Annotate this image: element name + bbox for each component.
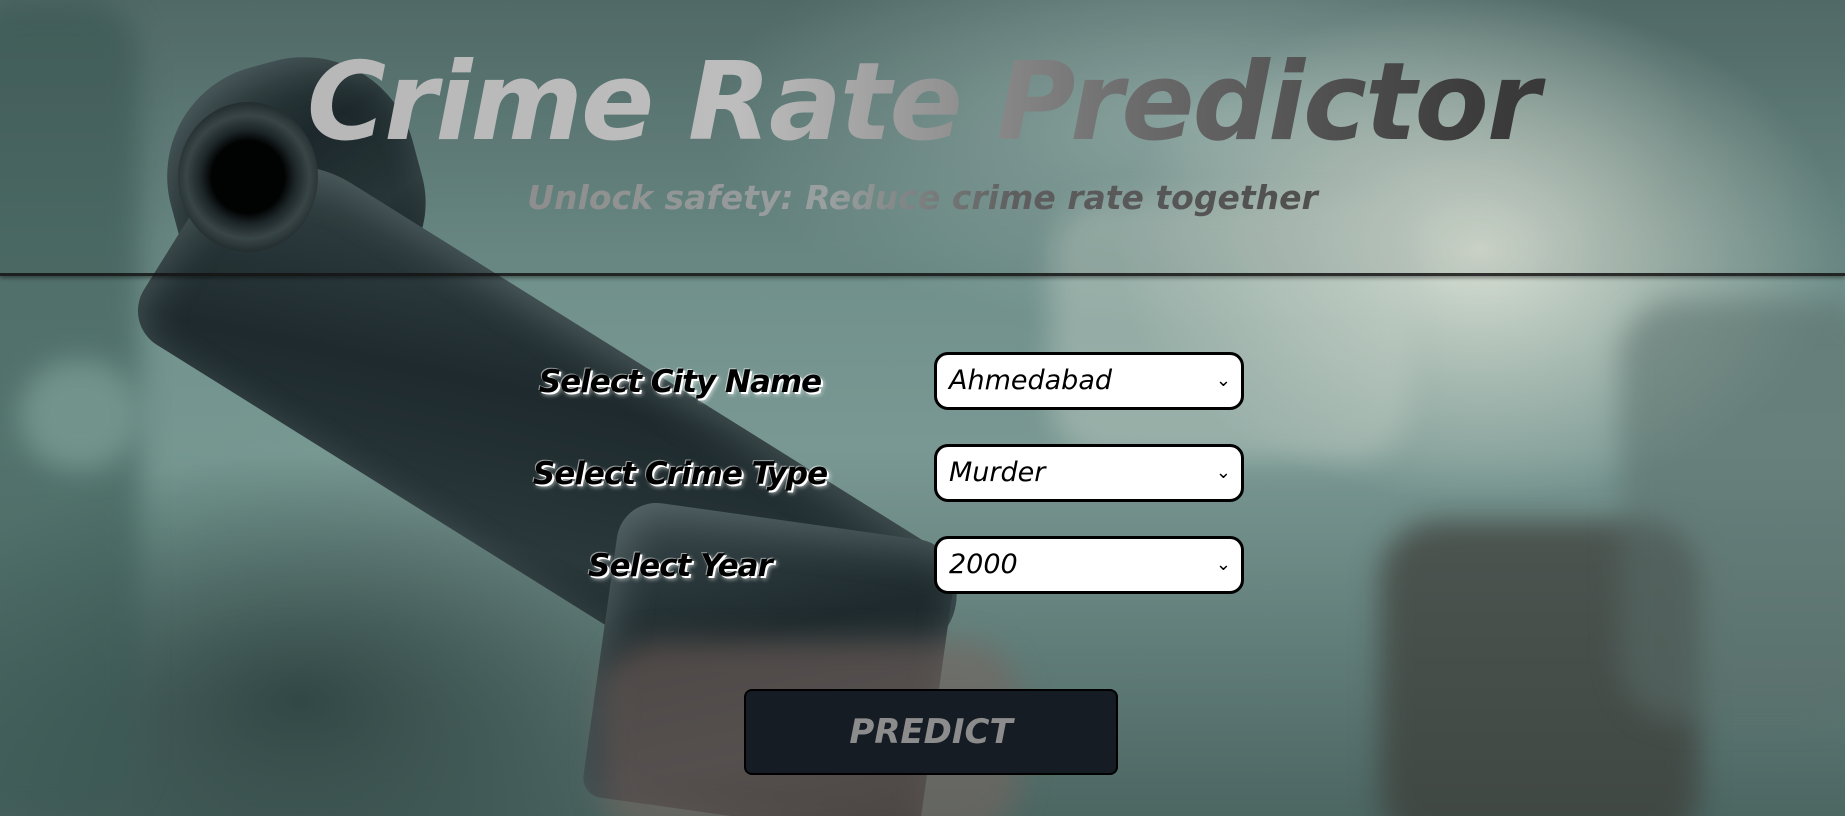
city-row: Select City Name Ahmedabad ⌄	[0, 352, 1845, 412]
year-select[interactable]: 2000 ⌄	[934, 536, 1244, 594]
city-select-value: Ahmedabad	[949, 365, 1113, 396]
crime-type-row: Select Crime Type Murder ⌄	[0, 444, 1845, 504]
crime-type-select-value: Murder	[949, 457, 1046, 488]
predict-button[interactable]: PREDICT	[744, 689, 1118, 775]
page-subtitle: Unlock safety: Reduce crime rate togethe…	[0, 178, 1845, 217]
city-label: Select City Name	[538, 364, 822, 400]
crime-type-select[interactable]: Murder ⌄	[934, 444, 1244, 502]
year-select-value: 2000	[949, 549, 1018, 580]
crime-type-label: Select Crime Type	[532, 456, 828, 492]
chevron-down-icon: ⌄	[1215, 370, 1231, 391]
page-title: Crime Rate Predictor	[0, 40, 1845, 165]
city-select[interactable]: Ahmedabad ⌄	[934, 352, 1244, 410]
chevron-down-icon: ⌄	[1215, 462, 1231, 483]
year-label: Select Year	[588, 548, 773, 584]
year-row: Select Year 2000 ⌄	[0, 536, 1845, 596]
chevron-down-icon: ⌄	[1215, 554, 1231, 575]
